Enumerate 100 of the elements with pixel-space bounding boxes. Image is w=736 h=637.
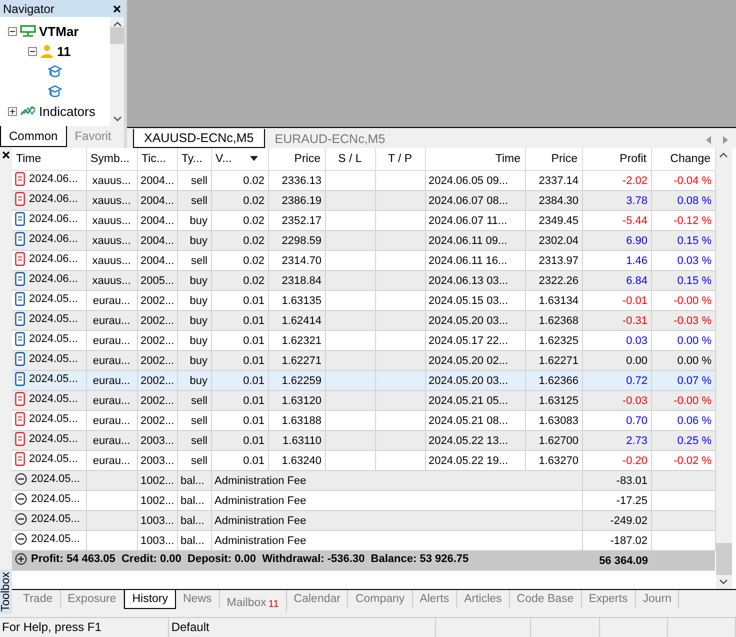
tab[interactable]: News: [176, 590, 220, 608]
order-icon: [15, 372, 25, 386]
trade-row[interactable]: 2024.05... eurau... 2002... buy 0.01 1.63135 2024.05.15 03... 1.63134 -0.01 -0.00 %: [12, 290, 715, 310]
summary-text: Profit: 54 463.05 Credit: 0.00 Deposit: 0.00 Withdrawal: -536.30 Balance: 53 926.75: [31, 553, 469, 565]
trade-row[interactable]: 2024.06... xauus... 2005... buy 0.02 2318.84 2024.06.13 03... 2322.26 6.84 0.15 %: [12, 270, 715, 290]
column-header[interactable]: Price: [268, 148, 325, 170]
scroll-down-icon[interactable]: [112, 116, 122, 122]
tree-item[interactable]: VTMar: [39, 24, 79, 38]
order-icon: [15, 392, 25, 406]
server-icon: [20, 24, 36, 38]
order-icon: [15, 212, 25, 226]
column-header[interactable]: Tic...: [137, 148, 177, 170]
tab[interactable]: Common: [0, 126, 67, 147]
collapse-icon[interactable]: [8, 26, 17, 36]
column-header[interactable]: Ty...: [177, 148, 211, 170]
person-icon: [40, 44, 54, 58]
collapse-icon[interactable]: [28, 46, 37, 56]
tab[interactable]: Calendar: [286, 590, 348, 608]
scroll-up-icon[interactable]: [719, 152, 728, 158]
sort-descending-icon: [250, 156, 258, 161]
order-icon: [15, 172, 25, 186]
balance-row[interactable]: 2024.05... 1003... bal... Administration Fee -249.02: [12, 510, 715, 530]
graduation-cap-icon: [48, 84, 62, 98]
status-text: Default: [169, 618, 436, 637]
column-header[interactable]: S / L: [325, 148, 375, 170]
cell-text: 2024.06...: [29, 173, 78, 185]
scrollbar[interactable]: [716, 148, 732, 589]
trade-row[interactable]: 2024.05... eurau... 2002... sell 0.01 1.63120 2024.05.21 05... 1.63125 -0.03 -0.00 %: [12, 390, 715, 410]
column-header[interactable]: Change: [651, 148, 715, 170]
cell-text: 2024.06...: [29, 273, 78, 285]
total-value: 56 364.09: [582, 550, 651, 570]
trade-row[interactable]: 2024.05... eurau... 2003... sell 0.01 1.63240 2024.05.22 19... 1.63270 -0.20 -0.02 %: [12, 450, 715, 470]
scroll-thumb[interactable]: [716, 543, 732, 575]
cell-text: 2024.05...: [31, 513, 80, 525]
order-icon: [15, 332, 25, 346]
minus-circle-icon: [15, 533, 27, 545]
trade-row[interactable]: 2024.06... xauus... 2004... sell 0.02 2386.19 2024.06.07 08... 2384.30 3.78 0.08 %: [12, 190, 715, 210]
cell-text: 2024.05...: [31, 533, 80, 545]
tab[interactable]: Experts: [582, 590, 636, 608]
trade-row[interactable]: 2024.06... xauus... 2004... sell 0.02 2336.13 2024.06.05 09... 2337.14 -2.02 -0.04 %: [12, 170, 715, 190]
expand-icon[interactable]: [8, 106, 17, 116]
tab[interactable]: Trade: [16, 590, 61, 608]
order-icon: [15, 432, 25, 446]
cell-text: 2024.05...: [29, 453, 78, 465]
panel-title: Navigator: [3, 2, 54, 16]
close-icon[interactable]: [2, 151, 10, 159]
column-header[interactable]: T / P: [375, 148, 425, 170]
tab[interactable]: Alerts: [412, 590, 458, 608]
balance-row[interactable]: 2024.05... 1002... bal... Administration Fee -17.25: [12, 490, 715, 510]
tab[interactable]: Code Base: [510, 590, 582, 608]
cell-text: 2024.05...: [29, 393, 78, 405]
trade-row[interactable]: 2024.06... xauus... 2004... buy 0.02 2352.17 2024.06.07 11... 2349.45 -5.44 -0.12 %: [12, 210, 715, 230]
column-header[interactable]: Time: [12, 148, 86, 170]
cell-text: 2024.05...: [29, 413, 78, 425]
order-icon: [15, 312, 25, 326]
minus-circle-icon: [15, 473, 27, 485]
trade-row[interactable]: 2024.05... eurau... 2002... buy 0.01 1.62259 2024.05.20 03... 1.62366 0.72 0.07 %: [12, 370, 715, 390]
tree-item[interactable]: Indicators: [39, 104, 96, 118]
cell-text: 2024.06...: [29, 253, 78, 265]
cell-text: 2024.05...: [29, 353, 78, 365]
status-text: For Help, press F1: [0, 618, 170, 637]
scroll-up-icon[interactable]: [112, 21, 122, 27]
cell-text: 2024.05...: [31, 493, 80, 505]
tab[interactable]: History: [124, 590, 176, 609]
column-header[interactable]: Price: [525, 148, 582, 170]
tree-item[interactable]: 11: [57, 44, 71, 58]
plus-circle-icon: [15, 553, 27, 565]
trade-row[interactable]: 2024.05... eurau... 2003... sell 0.01 1.63110 2024.05.22 13... 1.62700 2.73 0.25 %: [12, 430, 715, 450]
column-header[interactable]: Time: [425, 148, 525, 170]
scrollbar[interactable]: [110, 17, 124, 126]
chart-tab[interactable]: EURAUD-ECNc,M5: [264, 130, 396, 148]
order-icon: [15, 252, 25, 266]
trade-row[interactable]: 2024.05... eurau... 2002... sell 0.01 1.63188 2024.05.21 08... 1.63083 0.70 0.06 %: [12, 410, 715, 430]
minus-circle-icon: [15, 513, 27, 525]
column-header[interactable]: Symb...: [86, 148, 137, 170]
cell-text: 2024.05...: [29, 313, 78, 325]
chart-tab[interactable]: XAUUSD-ECNc,M5: [133, 129, 265, 148]
balance-row[interactable]: 2024.05... 1002... bal... Administration Fee -83.01: [12, 470, 715, 490]
tab[interactable]: Company: [348, 590, 413, 608]
balance-row[interactable]: 2024.05... 1003... bal... Administration Fee -187.02: [12, 530, 715, 550]
indicator-line-icon: [20, 105, 36, 117]
trade-row[interactable]: 2024.05... eurau... 2002... buy 0.01 1.62321 2024.05.17 22... 1.62325 0.03 0.00 %: [12, 330, 715, 350]
cell-text: 2024.05...: [29, 293, 78, 305]
cell-text: 2024.06...: [29, 233, 78, 245]
cell-text: 2024.05...: [31, 473, 80, 485]
unread-count: 11: [268, 599, 279, 610]
tab[interactable]: Articles: [457, 590, 510, 608]
column-header[interactable]: V...: [211, 148, 268, 170]
scroll-thumb[interactable]: [110, 27, 124, 44]
minus-circle-icon: [15, 493, 27, 505]
order-icon: [15, 292, 25, 306]
trade-row[interactable]: 2024.05... eurau... 2002... buy 0.01 1.62414 2024.05.20 03... 1.62368 -0.31 -0.03 %: [12, 310, 715, 330]
trade-row[interactable]: 2024.05... eurau... 2002... buy 0.01 1.62271 2024.05.20 02... 1.62271 0.00 0.00 %: [12, 350, 715, 370]
close-icon[interactable]: [113, 4, 121, 12]
trade-row[interactable]: 2024.06... xauus... 2004... sell 0.02 2314.70 2024.06.11 16... 2313.97 1.46 0.03 %: [12, 250, 715, 270]
scroll-down-icon[interactable]: [719, 579, 728, 585]
tab[interactable]: Journ: [636, 590, 680, 608]
cell-text: 2024.06...: [29, 213, 78, 225]
trade-row[interactable]: 2024.06... xauus... 2004... buy 0.02 2298.59 2024.06.11 09... 2302.04 6.90 0.15 %: [12, 230, 715, 250]
column-header[interactable]: Profit: [582, 148, 651, 170]
